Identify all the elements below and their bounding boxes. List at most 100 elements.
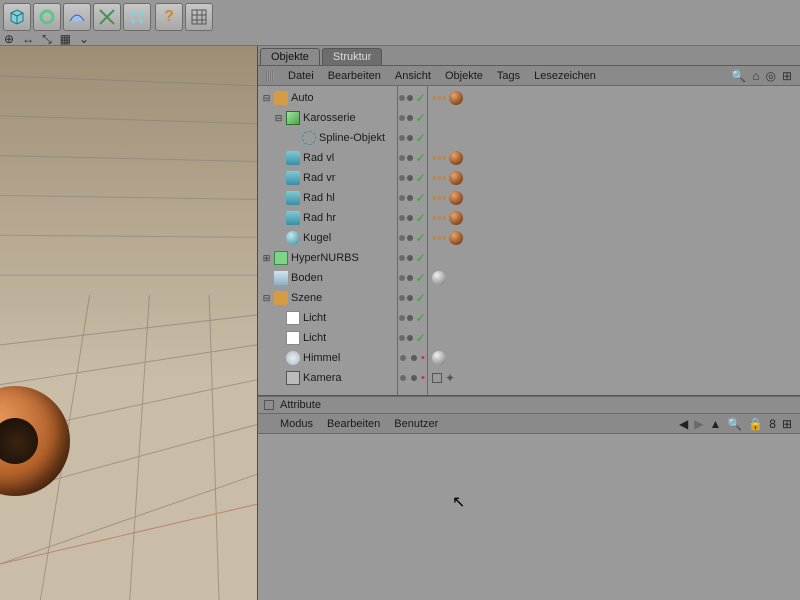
material-tag-icon[interactable] — [449, 151, 463, 165]
tab-objects[interactable]: Objekte — [260, 48, 320, 65]
enable-check-icon[interactable]: ✓ — [416, 91, 426, 105]
visibility-row[interactable]: • — [398, 348, 427, 368]
compositing-tag-icon[interactable] — [432, 373, 442, 383]
enable-check-icon[interactable]: ✓ — [416, 191, 426, 205]
visibility-row[interactable]: ✓ — [398, 188, 427, 208]
editor-vis-dot-icon[interactable] — [399, 195, 405, 201]
menu-objects[interactable]: Objekte — [445, 70, 483, 82]
editor-vis-dot-icon[interactable] — [400, 375, 406, 381]
menu-tags[interactable]: Tags — [497, 70, 520, 82]
material-tag-icon[interactable] — [449, 91, 463, 105]
phong-tag-icon[interactable] — [432, 216, 446, 220]
target-tag-icon[interactable]: ✦ — [445, 371, 455, 385]
cube-primitive-button[interactable] — [3, 3, 31, 31]
search-icon[interactable]: 🔍 — [731, 69, 746, 83]
next-icon[interactable]: ▶ — [694, 417, 703, 431]
tree-item-licht[interactable]: Licht — [262, 308, 397, 328]
visibility-row[interactable]: ✓ — [398, 248, 427, 268]
tree-item-licht[interactable]: Licht — [262, 328, 397, 348]
editor-vis-dot-icon[interactable] — [399, 175, 405, 181]
tag-row[interactable] — [428, 128, 800, 148]
tree-item-hypernurbs[interactable]: ⊞ HyperNURBS — [262, 248, 397, 268]
editor-vis-dot-icon[interactable] — [399, 335, 405, 341]
editor-vis-dot-icon[interactable] — [399, 215, 405, 221]
nurbs-primitive-button[interactable] — [63, 3, 91, 31]
tag-row[interactable] — [428, 148, 800, 168]
expand-icon[interactable]: ⊞ — [782, 417, 792, 431]
panel-grip-icon[interactable] — [266, 70, 274, 82]
help-tool-button[interactable]: ? — [155, 3, 183, 31]
editor-vis-dot-icon[interactable] — [399, 295, 405, 301]
deformer-tool-button[interactable] — [123, 3, 151, 31]
tag-row[interactable] — [428, 208, 800, 228]
editor-vis-dot-icon[interactable] — [399, 235, 405, 241]
tree-item-szene[interactable]: ⊟ Szene — [262, 288, 397, 308]
visibility-row[interactable]: ✓ — [398, 328, 427, 348]
link-icon[interactable]: 8 — [769, 417, 776, 431]
home-icon[interactable]: ⌂ — [752, 69, 759, 83]
tree-item-boden[interactable]: Boden — [262, 268, 397, 288]
render-vis-dot-icon[interactable] — [411, 355, 417, 361]
render-vis-dot-icon[interactable] — [407, 275, 413, 281]
tag-row[interactable] — [428, 168, 800, 188]
phong-tag-icon[interactable] — [432, 156, 446, 160]
phong-tag-icon[interactable] — [432, 196, 446, 200]
tree-item-karosserie[interactable]: ⊟ Karosserie — [262, 108, 397, 128]
menu-edit[interactable]: Bearbeiten — [328, 70, 381, 82]
visibility-row[interactable]: ✓ — [398, 228, 427, 248]
tree-item-rad-vl[interactable]: Rad vl — [262, 148, 397, 168]
tree-item-kamera[interactable]: Kamera — [262, 368, 397, 388]
editor-vis-dot-icon[interactable] — [400, 355, 406, 361]
nav-dropdown-icon[interactable]: ⌄ — [79, 32, 89, 46]
material-tag-icon[interactable] — [449, 171, 463, 185]
material-tag-icon[interactable] — [449, 211, 463, 225]
render-vis-dot-icon[interactable] — [407, 95, 413, 101]
editor-vis-dot-icon[interactable] — [399, 95, 405, 101]
grid-tool-button[interactable] — [185, 3, 213, 31]
editor-vis-dot-icon[interactable] — [399, 275, 405, 281]
tree-item-spline-objekt[interactable]: Spline-Objekt — [262, 128, 397, 148]
up-icon[interactable]: ▲ — [709, 417, 721, 431]
expand-toggle-icon[interactable]: ⊟ — [274, 113, 283, 124]
enable-check-icon[interactable]: • — [421, 352, 425, 364]
menu-file[interactable]: Datei — [288, 70, 314, 82]
visibility-row[interactable]: ✓ — [398, 268, 427, 288]
render-vis-dot-icon[interactable] — [407, 195, 413, 201]
visibility-row[interactable]: ✓ — [398, 88, 427, 108]
prev-icon[interactable]: ◀ — [679, 417, 688, 431]
enable-check-icon[interactable]: ✓ — [416, 211, 426, 225]
visibility-row[interactable]: ✓ — [398, 308, 427, 328]
lock-icon[interactable]: 🔒 — [748, 417, 763, 431]
nav-zoom-icon[interactable]: ⤡ — [42, 32, 52, 47]
render-vis-dot-icon[interactable] — [407, 135, 413, 141]
expand-icon[interactable]: ⊞ — [782, 69, 792, 83]
render-vis-dot-icon[interactable] — [407, 315, 413, 321]
menu-view[interactable]: Ansicht — [395, 70, 431, 82]
tree-item-rad-hr[interactable]: Rad hr — [262, 208, 397, 228]
tree-item-auto[interactable]: ⊟ Auto — [262, 88, 397, 108]
visibility-row[interactable]: ✓ — [398, 128, 427, 148]
render-vis-dot-icon[interactable] — [411, 375, 417, 381]
enable-check-icon[interactable]: ✓ — [416, 171, 426, 185]
render-vis-dot-icon[interactable] — [407, 295, 413, 301]
phong-tag-icon[interactable] — [432, 96, 446, 100]
attribute-manager-title[interactable]: Attribute — [258, 396, 800, 414]
object-tree[interactable]: ⊟ Auto⊟ Karosserie Spline-Objekt Rad vl … — [258, 86, 398, 395]
tag-row[interactable] — [428, 88, 800, 108]
expand-toggle-icon[interactable]: ⊟ — [262, 293, 271, 304]
tag-row[interactable] — [428, 248, 800, 268]
enable-check-icon[interactable]: ✓ — [416, 291, 426, 305]
eye-icon[interactable]: ◎ — [765, 69, 775, 83]
tree-item-himmel[interactable]: Himmel — [262, 348, 397, 368]
render-vis-dot-icon[interactable] — [407, 215, 413, 221]
editor-vis-dot-icon[interactable] — [399, 315, 405, 321]
tag-row[interactable] — [428, 348, 800, 368]
nav-pan-icon[interactable]: ↔ — [22, 32, 34, 46]
visibility-row[interactable]: ✓ — [398, 208, 427, 228]
object-tags-column[interactable]: ✦ — [428, 86, 800, 395]
enable-check-icon[interactable]: ✓ — [416, 271, 426, 285]
editor-vis-dot-icon[interactable] — [399, 115, 405, 121]
tree-item-rad-vr[interactable]: Rad vr — [262, 168, 397, 188]
visibility-row[interactable]: • — [398, 368, 427, 388]
visibility-row[interactable]: ✓ — [398, 108, 427, 128]
